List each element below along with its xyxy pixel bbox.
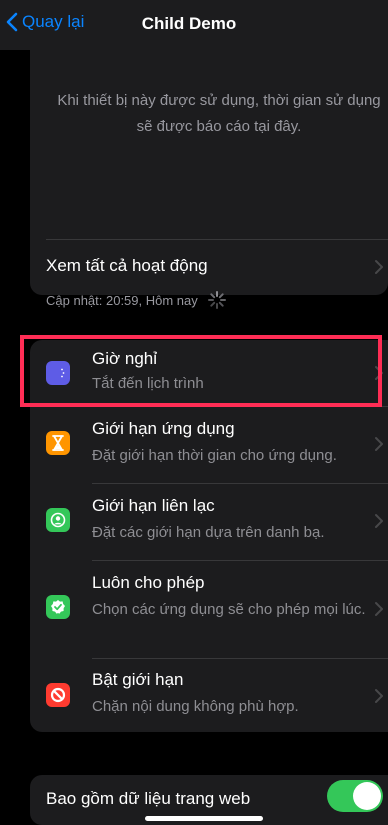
downtime-title: Giờ nghỉ [92,349,158,368]
last-updated-text: Cập nhật: 20:59, Hôm nay [46,292,198,308]
app-limits-title: Giới hạn ứng dụng [92,419,235,438]
content-restrictions-row[interactable]: Bật giới hạn Chặn nội dung không phù hợp… [30,659,388,732]
see-all-activity-label: Xem tất cả hoạt động [46,256,208,275]
always-allowed-title: Luôn cho phép [92,573,205,592]
loading-spinner-icon [207,291,226,309]
navigation-bar: Quay lại Child Demo [0,0,388,50]
checkmark-badge-icon [46,595,70,619]
chevron-right-icon [375,602,383,616]
chevron-right-icon [375,260,383,274]
communication-limits-title: Giới hạn liên lạc [92,496,215,515]
toggle-knob [353,782,381,810]
hourglass-icon [46,431,70,455]
chevron-right-icon [375,366,383,380]
activity-card: Khi thiết bị này được sử dụng, thời gian… [30,50,388,295]
settings-list: Giờ nghỉ Tắt đến lịch trình Giới hạn ứng… [30,340,388,732]
restriction-icon [46,683,70,707]
include-web-data-toggle[interactable] [327,780,383,812]
downtime-subtitle: Tắt đến lịch trình [92,375,204,392]
content-restrictions-title: Bật giới hạn [92,670,184,689]
include-web-data-label: Bao gồm dữ liệu trang web [46,789,251,808]
communication-limits-subtitle: Đặt các giới hạn dựa trên danh bạ. [92,524,325,541]
always-allowed-subtitle: Chọn các ứng dụng sẽ cho phép mọi lúc. [92,601,366,618]
activity-empty-message: Khi thiết bị này được sử dụng, thời gian… [57,92,381,135]
chevron-right-icon [375,689,383,703]
chevron-right-icon [375,437,383,451]
downtime-icon [46,361,70,385]
content-restrictions-subtitle: Chặn nội dung không phù hợp. [92,698,299,715]
app-limits-subtitle: Đặt giới hạn thời gian cho ứng dụng. [92,447,337,464]
contact-icon [46,508,70,532]
app-limits-row[interactable]: Giới hạn ứng dụng Đặt giới hạn thời gian… [30,407,388,483]
page-title: Child Demo [141,14,237,33]
downtime-row[interactable]: Giờ nghỉ Tắt đến lịch trình [30,340,388,406]
always-allowed-row[interactable]: Luôn cho phép Chọn các ứng dụng sẽ cho p… [30,561,388,658]
communication-limits-row[interactable]: Giới hạn liên lạc Đặt các giới hạn dựa t… [30,484,388,560]
home-indicator [145,816,263,821]
see-all-activity-row[interactable]: Xem tất cả hoạt động [30,240,388,294]
last-updated-status: Cập nhật: 20:59, Hôm nay [46,291,226,309]
chevron-right-icon [375,514,383,528]
